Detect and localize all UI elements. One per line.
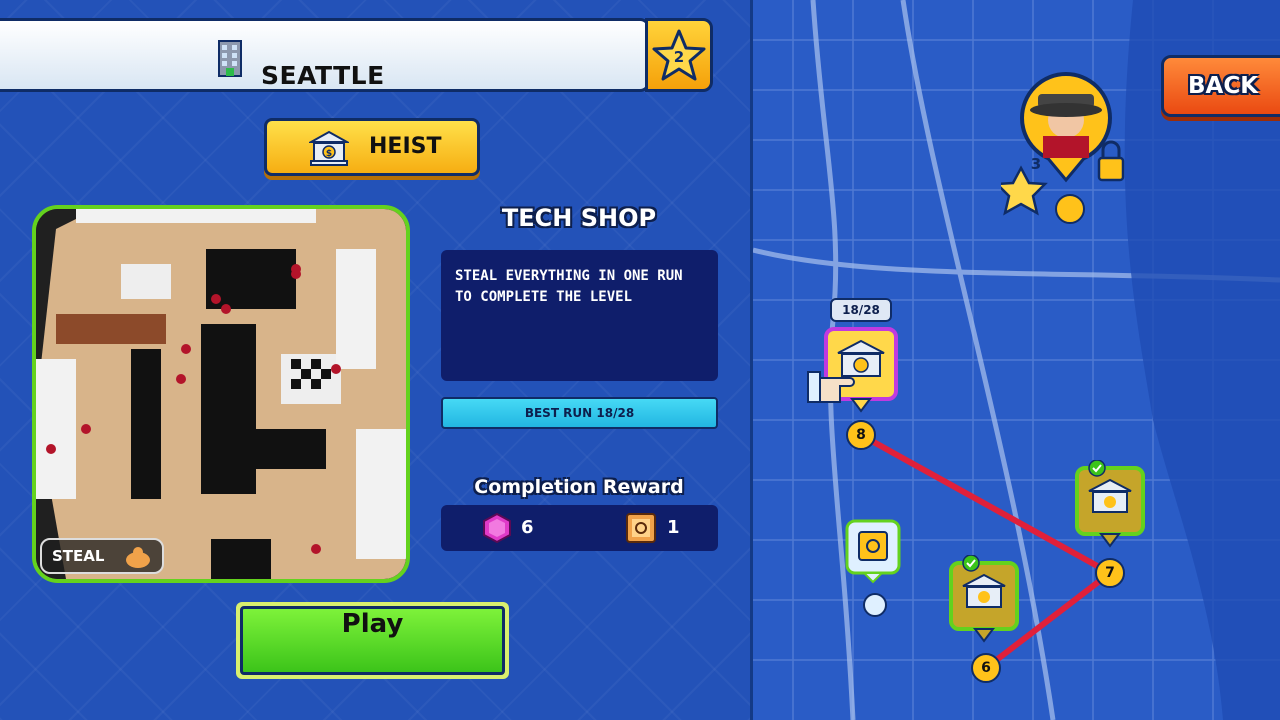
play-button[interactable]: Play	[236, 602, 509, 679]
city-star-badge: 2	[645, 18, 713, 92]
steal-tag: STEAL	[40, 538, 164, 574]
boss-node-dot	[1055, 194, 1085, 224]
steal-label: STEAL	[52, 547, 105, 565]
level-preview-image	[32, 205, 410, 583]
bank-icon: $	[309, 130, 349, 166]
level-description-box: STEAL EVERYTHING IN ONE RUN TO COMPLETE …	[441, 250, 718, 381]
completed-level-node-6[interactable]	[947, 555, 1023, 651]
boss-star-count: 3	[1031, 155, 1041, 173]
pointing-hand-icon	[807, 371, 855, 403]
pink-gem-icon	[483, 513, 511, 543]
reward-title: Completion Reward	[474, 476, 684, 498]
city-star-count: 2	[674, 48, 684, 66]
gem-reward-count: 6	[521, 517, 534, 538]
svg-text:$: $	[326, 149, 332, 159]
star-icon: 2	[652, 29, 706, 81]
store-floorplan-illustration	[36, 209, 406, 579]
level-title: TECH SHOP	[501, 204, 657, 232]
level-number-badge[interactable]: 6	[971, 653, 1001, 683]
heist-mode-button[interactable]: $ HEIST	[264, 118, 480, 176]
back-button[interactable]: BACK	[1161, 55, 1280, 117]
level-number-badge[interactable]: 7	[1095, 558, 1125, 588]
loot-bag-icon	[126, 547, 150, 568]
safe-node-dot	[863, 593, 887, 617]
reward-box: 6 1	[441, 505, 718, 551]
level-description: STEAL EVERYTHING IN ONE RUN TO COMPLETE …	[455, 268, 683, 305]
city-banner: SEATTLE	[0, 18, 650, 92]
city-name: SEATTLE	[261, 61, 385, 90]
best-run-bar: BEST RUN 18/28	[441, 397, 718, 429]
level-number-badge[interactable]: 8	[846, 420, 876, 450]
building-icon	[218, 40, 242, 77]
mode-label: HEIST	[369, 134, 442, 159]
safe-node[interactable]	[844, 518, 902, 584]
safe-icon	[626, 513, 656, 543]
play-label: Play	[240, 606, 505, 675]
back-label: BACK	[1188, 73, 1259, 99]
level-progress-tag: 18/28	[830, 298, 892, 322]
completed-level-node-7[interactable]	[1073, 460, 1149, 556]
safe-reward-count: 1	[667, 517, 680, 538]
level-info-panel: SEATTLE 2 $ HEIST STEAL TECH SHOP STEAL …	[0, 0, 750, 720]
boss-star-badge: 3	[1031, 155, 1041, 173]
